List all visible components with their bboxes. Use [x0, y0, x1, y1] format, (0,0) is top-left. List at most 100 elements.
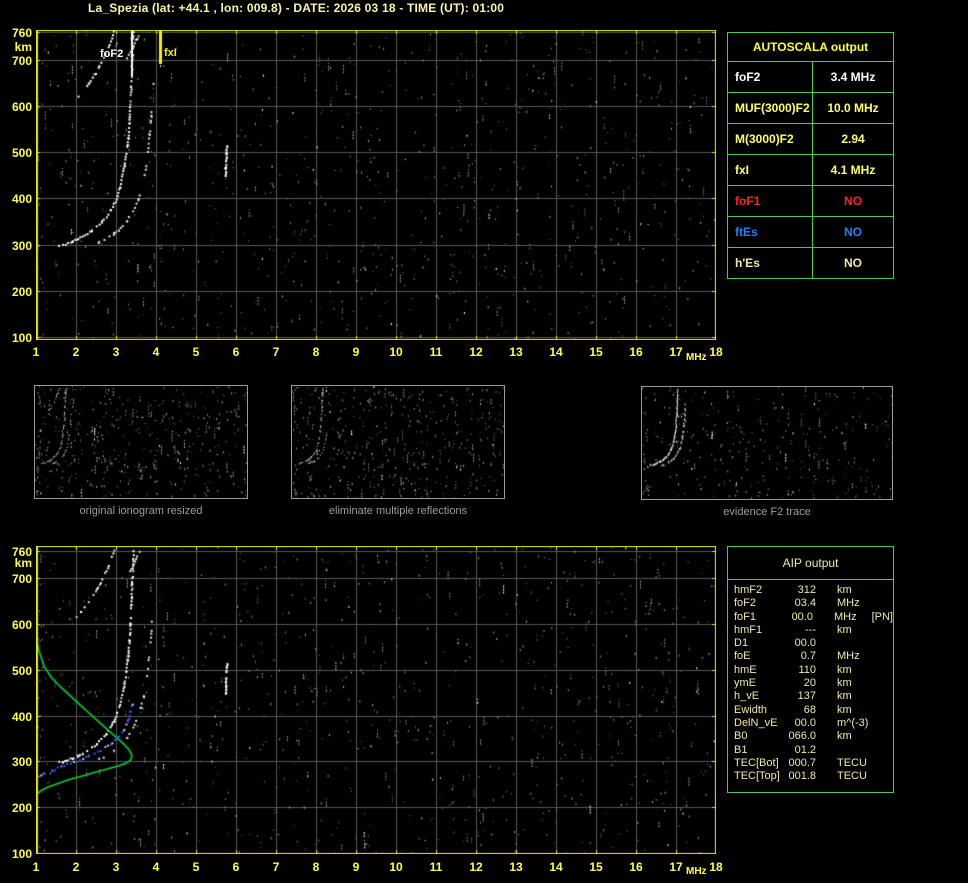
- x-tick-label: 10: [389, 860, 403, 874]
- x-tick-label: 3: [112, 345, 120, 359]
- x-tick-label: 13: [509, 345, 523, 359]
- aip-row-foe: foE 0.7 MHz: [734, 650, 893, 663]
- x-tick-label: 11: [429, 860, 443, 874]
- y-tick-label: 500: [11, 146, 32, 161]
- autoscala-table-rows: foF2 3.4 MHz MUF(3000)F2 10.0 MHz M(3000)F2 2…: [728, 62, 893, 278]
- x-tick-label: 16: [629, 860, 643, 874]
- aip-row-hve: h_vE 137 km: [734, 690, 893, 703]
- aip-label: foF1: [734, 610, 757, 623]
- autoscala-row-m3000f2: M(3000)F2 2.94: [728, 124, 893, 155]
- aip-label: Ewidth: [734, 703, 768, 716]
- aip-value: 066.0: [788, 730, 816, 743]
- parameter-value: 4.1 MHz: [830, 163, 876, 177]
- aip-label: TEC[Bot]: [734, 756, 779, 769]
- x-tick-label: 16: [629, 345, 643, 359]
- parameter-label: ftEs: [728, 217, 813, 247]
- autoscala-row-ftes: ftEs NO: [728, 217, 893, 248]
- y-tick-label: 500: [11, 663, 32, 678]
- aip-value: 68: [803, 703, 816, 716]
- x-tick-label: 14: [549, 860, 563, 874]
- parameter-value: 2.94: [841, 132, 865, 146]
- x-tick-label: 3: [112, 860, 120, 874]
- aip-row-hme: hmE 110 km: [734, 664, 893, 677]
- autoscala-row-hes: h'Es NO: [728, 248, 893, 278]
- parameter-value: 3.4 MHz: [830, 70, 876, 84]
- aip-row-ewidth: Ewidth 68 km: [734, 704, 893, 717]
- aip-extra: [PN]: [871, 610, 893, 623]
- bottom-ionogram-chart: [36, 546, 716, 854]
- y-tick-label: 600: [11, 99, 32, 114]
- aip-table-header: AIP output: [728, 547, 893, 580]
- aip-value: ---: [805, 623, 816, 636]
- aip-value: 20: [803, 677, 816, 690]
- aip-unit: km: [837, 663, 852, 676]
- x-tick-label: 5: [192, 345, 200, 359]
- aip-row-b0: B0 066.0 km: [734, 730, 893, 743]
- top-ionogram-chart: [36, 30, 716, 340]
- parameter-label: foF2: [728, 62, 813, 92]
- parameter-label: MUF(3000)F2: [728, 93, 813, 123]
- aip-unit: km: [837, 623, 852, 636]
- x-tick-label: 7: [272, 860, 280, 874]
- autoscala-row-fxi: fxI 4.1 MHz: [728, 155, 893, 186]
- panel-evidence-f2-trace: [641, 386, 893, 500]
- x-tick-label: 1: [32, 860, 40, 874]
- aip-value: 03.4: [794, 597, 816, 610]
- aip-unit: MHz: [833, 610, 857, 623]
- x-tick-label: 2: [72, 345, 80, 359]
- aip-row-fof1: foF1 00.0 MHz [PN]: [734, 611, 893, 624]
- page-title: La_Spezia (lat: +44.1 , lon: 009.8) - DA…: [88, 1, 505, 15]
- y-tick-label: 760: [11, 26, 32, 40]
- x-tick-label: 4: [152, 345, 160, 359]
- x-tick-label: 14: [549, 345, 563, 359]
- autoscala-screen: La_Spezia (lat: +44.1 , lon: 009.8) - DA…: [0, 0, 968, 883]
- aip-label: hmF2: [734, 584, 763, 596]
- parameter-value: NO: [844, 256, 862, 270]
- panel-caption-3: evidence F2 trace: [723, 506, 811, 518]
- x-tick-label: 11: [429, 345, 443, 359]
- y-tick-label: 100: [11, 331, 32, 345]
- aip-unit: [837, 637, 875, 650]
- autoscala-row-muf3000f2: MUF(3000)F2 10.0 MHz: [728, 93, 893, 124]
- aip-label: foF2: [734, 597, 757, 610]
- x-tick-label: 9: [352, 345, 360, 359]
- x-tick-label: 12: [469, 860, 483, 874]
- x-tick-label: 9: [352, 860, 360, 874]
- parameter-label: h'Es: [728, 248, 813, 278]
- aip-row-tectop: TEC[Top] 001.8 TECU: [734, 770, 893, 783]
- aip-label: hmF1: [734, 623, 763, 636]
- y-tick-label: 100: [11, 847, 32, 861]
- aip-value: 137: [797, 690, 816, 703]
- aip-unit: km: [837, 730, 852, 743]
- aip-label: foE: [734, 650, 751, 663]
- aip-row-hmf2: hmF2 312 km: [734, 584, 893, 597]
- top-x-axis-unit: MHz: [686, 352, 707, 363]
- aip-row-tecbot: TEC[Bot] 000.7 TECU: [734, 757, 893, 770]
- aip-value: 312: [797, 584, 816, 596]
- parameter-value: NO: [844, 225, 862, 239]
- y-tick-label: 400: [11, 192, 32, 207]
- aip-unit: [837, 744, 875, 757]
- x-tick-label: 17: [669, 345, 683, 359]
- aip-unit: km: [837, 703, 852, 716]
- aip-unit: MHz: [837, 597, 860, 610]
- x-tick-label: 18: [709, 860, 723, 874]
- parameter-label: foF1: [728, 186, 813, 216]
- aip-unit: km: [837, 677, 852, 690]
- panel-caption-2: eliminate multiple reflections: [328, 505, 468, 517]
- y-tick-label: 200: [11, 801, 32, 816]
- x-tick-label: 5: [192, 860, 200, 874]
- parameter-value: NO: [844, 194, 862, 208]
- aip-label: TEC[Top]: [734, 770, 780, 783]
- aip-unit: TECU: [837, 770, 867, 783]
- aip-label: D1: [734, 637, 749, 650]
- aip-label: h_vE: [734, 690, 760, 703]
- autoscala-output-table: AUTOSCALA output foF2 3.4 MHz MUF(3000)F2 1…: [727, 32, 894, 279]
- aip-value: 00.0: [794, 716, 816, 729]
- x-tick-label: 18: [709, 345, 723, 359]
- aip-row-b1: B1 01.2: [734, 744, 893, 757]
- x-tick-label: 10: [389, 345, 403, 359]
- y-tick-label: 300: [11, 238, 32, 253]
- aip-table-rows: hmF2 312 km foF2 03.4 MHz foF1 00.0 MHz [PN] hmF1 -…: [728, 580, 893, 783]
- aip-label: B0: [734, 730, 748, 743]
